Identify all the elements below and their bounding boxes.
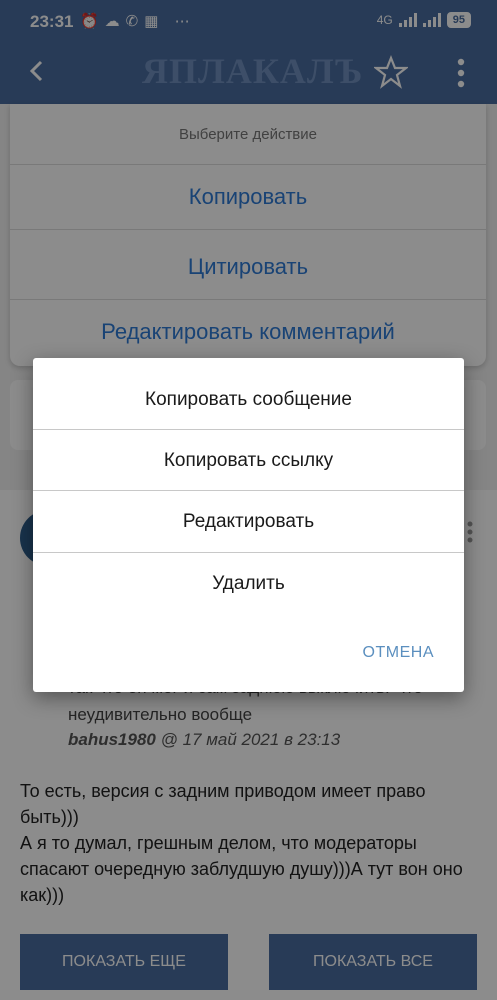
edit-option[interactable]: Редактировать bbox=[33, 491, 464, 552]
cancel-button[interactable]: ОТМЕНА bbox=[363, 644, 434, 662]
copy-link-option[interactable]: Копировать ссылку bbox=[33, 430, 464, 491]
delete-option[interactable]: Удалить bbox=[33, 553, 464, 614]
context-dialog: Копировать сообщение Копировать ссылку Р… bbox=[33, 358, 464, 692]
copy-message-option[interactable]: Копировать сообщение bbox=[33, 369, 464, 430]
